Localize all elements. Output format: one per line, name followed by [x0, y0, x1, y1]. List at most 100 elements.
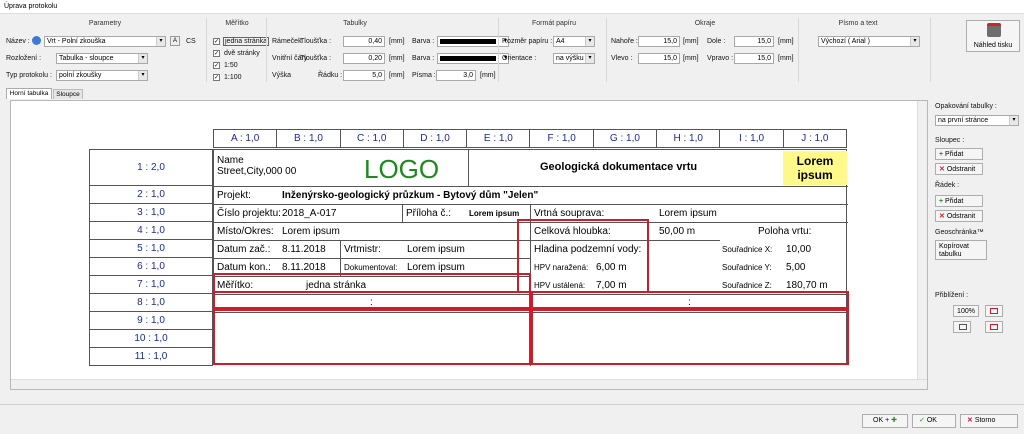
- col-header[interactable]: F : 1,0: [529, 129, 594, 148]
- divider: [606, 18, 607, 82]
- col-header[interactable]: H : 1,0: [656, 129, 721, 148]
- vertical-scrollbar[interactable]: [917, 101, 927, 379]
- thickness-label: Tloušťka :: [300, 38, 332, 45]
- selection-frame: [517, 219, 649, 293]
- row-header[interactable]: 2 : 1,0: [89, 185, 213, 204]
- divider: [798, 18, 799, 82]
- scale-check-two-pages[interactable]: ✓: [213, 50, 220, 57]
- unit-label: [mm]: [778, 38, 794, 45]
- print-preview-button[interactable]: Náhled tisku: [966, 20, 1020, 52]
- zoom-width-button[interactable]: [985, 321, 1003, 333]
- remove-column-button[interactable]: ✕ Odstranit: [935, 163, 983, 175]
- unit-label: [mm]: [778, 55, 794, 62]
- col-header[interactable]: D : 1,0: [402, 129, 468, 148]
- printer-icon: [987, 23, 1001, 37]
- scale-option-label: dvě stránky: [224, 50, 260, 57]
- row-header[interactable]: 5 : 1,0: [89, 239, 213, 258]
- tab-top-table[interactable]: Horní tabulka: [6, 88, 52, 99]
- row-header[interactable]: 9 : 1,0: [89, 311, 213, 330]
- company-name: Name: [217, 155, 244, 166]
- scale-check-1-100[interactable]: ✓: [213, 74, 220, 81]
- row-header[interactable]: 4 : 1,0: [89, 221, 213, 240]
- params-title: Parametry: [88, 20, 122, 27]
- check-icon: ✓: [919, 417, 927, 424]
- margin-left-input[interactable]: 15,0: [638, 53, 680, 64]
- doc-title: Geologická dokumentace vrtu: [540, 161, 698, 173]
- col-header[interactable]: G : 1,0: [592, 129, 658, 148]
- cancel-button[interactable]: ✕ Storno: [960, 414, 1018, 428]
- selection-frame: [213, 291, 531, 309]
- company-address: Street,City,000 00: [217, 166, 297, 177]
- frame-thickness-input[interactable]: 0,40: [343, 36, 385, 47]
- name-label: Název :: [6, 38, 30, 45]
- type-select[interactable]: polní zkoušky ▾: [56, 70, 148, 81]
- scale-check-1-50[interactable]: ✓: [213, 62, 220, 69]
- col-header[interactable]: A : 1,0: [212, 129, 278, 148]
- row-header[interactable]: 7 : 1,0: [89, 275, 213, 294]
- zoom-100-button[interactable]: 100%: [953, 305, 979, 317]
- zoom-fit-button[interactable]: [985, 305, 1003, 317]
- repeat-select[interactable]: na první stránce ▾: [935, 115, 1019, 126]
- ok-button[interactable]: ✓ OK: [912, 414, 956, 428]
- scale-option-label: 1:50: [224, 62, 238, 69]
- col-header[interactable]: E : 1,0: [466, 129, 531, 148]
- col-header[interactable]: I : 1,0: [719, 129, 784, 148]
- tab-columns[interactable]: Sloupce: [53, 89, 83, 99]
- margin-left-label: Vlevo :: [611, 55, 633, 62]
- unit-label: [mm]: [389, 38, 405, 45]
- translate-icon[interactable]: A: [170, 36, 180, 46]
- rows-label: Řádku :: [318, 72, 343, 79]
- project-label: Projekt:: [217, 190, 251, 201]
- margin-right-input[interactable]: 15,0: [734, 53, 774, 64]
- copy-table-button[interactable]: Kopírovat tabulku: [935, 240, 987, 260]
- add-row-button[interactable]: + Přidat: [935, 195, 983, 207]
- rig-label: Vrtná souprava:: [534, 208, 605, 219]
- scale-check-one-page[interactable]: ✓: [213, 38, 220, 45]
- name-select[interactable]: Vrt - Polní zkouška ▾: [44, 36, 166, 47]
- orientation-select[interactable]: na výšku ▾: [553, 53, 595, 64]
- table-editor[interactable]: A : 1,0 B : 1,0 C : 1,0 D : 1,0 E : 1,0 …: [10, 100, 928, 390]
- layout-select[interactable]: Tabulka - sloupce ▾: [56, 53, 148, 64]
- row-header[interactable]: 3 : 1,0: [89, 203, 213, 222]
- unit-label: [mm]: [480, 72, 496, 79]
- margin-bottom-input[interactable]: 15,0: [734, 36, 774, 47]
- selection-frame: [531, 291, 849, 309]
- font-size-label: Písma :: [412, 72, 436, 79]
- clipboard-label: Geoschránka™: [935, 229, 984, 236]
- row-label: Řádek :: [935, 182, 960, 189]
- horizontal-scrollbar[interactable]: [11, 379, 927, 389]
- ok-plus-button[interactable]: OK + ✚: [862, 414, 908, 428]
- margin-top-input[interactable]: 15,0: [638, 36, 680, 47]
- zoom-page-button[interactable]: [953, 321, 971, 333]
- z-value: 180,70 m: [786, 280, 828, 291]
- row-header[interactable]: 11 : 1,0: [89, 347, 213, 366]
- repeat-label: Opakování tabulky :: [935, 103, 997, 110]
- font-size-input[interactable]: 3,0: [436, 70, 476, 81]
- unit-label: [mm]: [389, 72, 405, 79]
- margin-top-label: Nahoře :: [611, 38, 638, 45]
- row-height-input[interactable]: 5,0: [343, 70, 385, 81]
- color-swatch: [440, 39, 496, 44]
- col-header[interactable]: C : 1,0: [339, 129, 404, 148]
- inner-thickness-input[interactable]: 0,20: [343, 53, 385, 64]
- row-header[interactable]: 1 : 2,0: [89, 149, 213, 186]
- remove-row-button[interactable]: ✕ Odstranit: [935, 210, 983, 222]
- paper-size-select[interactable]: A4 ▾: [553, 36, 595, 47]
- col-header[interactable]: J : 1,0: [782, 129, 848, 148]
- logo: LOGO: [364, 154, 440, 184]
- row-headers: 1 : 2,0 2 : 1,0 3 : 1,0 4 : 1,0 5 : 1,0 …: [89, 149, 213, 366]
- close-icon: ✕: [939, 213, 947, 220]
- row-header[interactable]: 10 : 1,0: [89, 329, 213, 348]
- col-header[interactable]: B : 1,0: [276, 129, 341, 148]
- position-label: Poloha vrtu:: [758, 226, 812, 237]
- row-header[interactable]: 8 : 1,0: [89, 293, 213, 312]
- column-header-row: A : 1,0 B : 1,0 C : 1,0 D : 1,0 E : 1,0 …: [212, 129, 848, 148]
- row-header[interactable]: 6 : 1,0: [89, 257, 213, 276]
- margin-bottom-label: Dole :: [707, 38, 726, 45]
- column-label: Sloupec :: [935, 137, 965, 144]
- font-select[interactable]: Výchozí ( Arial ) ▾: [818, 36, 920, 47]
- divider: [498, 18, 499, 82]
- orientation-label: Orientace :: [502, 55, 537, 62]
- add-column-button[interactable]: + Přidat: [935, 148, 983, 160]
- unit-label: [mm]: [683, 38, 699, 45]
